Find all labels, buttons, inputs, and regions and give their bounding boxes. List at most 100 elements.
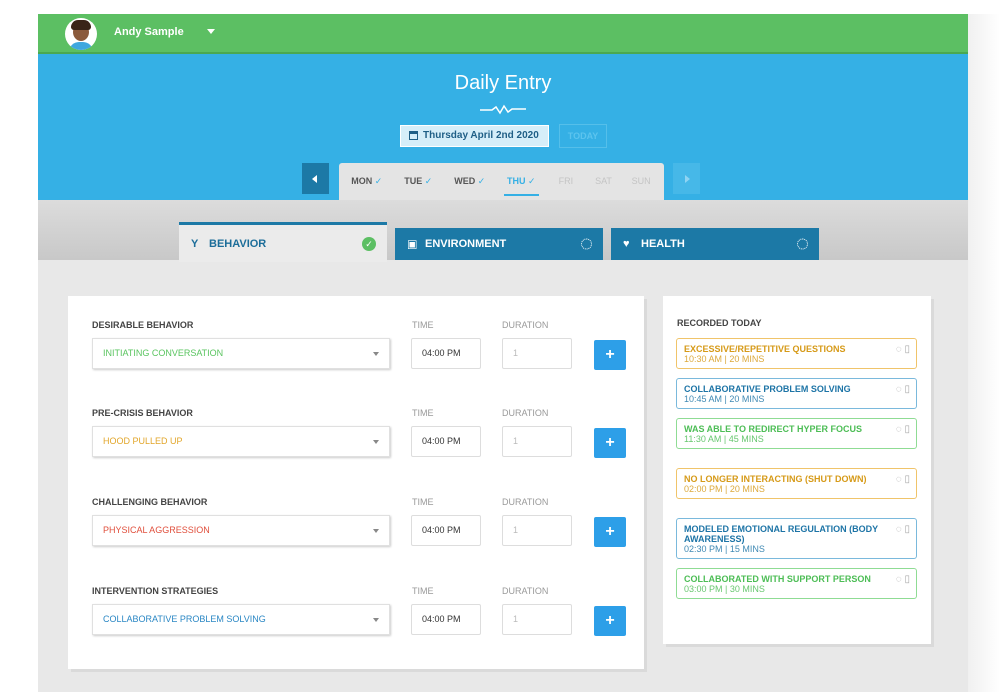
page-edge-fade [968,14,1000,692]
day-label: SUN [631,176,651,186]
recorded-entry[interactable]: WAS ABLE TO REDIRECT HYPER FOCUS 11:30 A… [676,418,917,449]
check-icon: ✓ [477,176,486,186]
day-label: SAT [595,176,612,186]
chevron-down-icon [373,618,379,622]
trash-icon[interactable]: ▯ [904,424,910,435]
behavior-icon: Y [191,237,199,250]
day-tab-wed[interactable]: WED ✓ [448,163,492,200]
pending-circle-icon [581,238,592,250]
entry-meta: 11:30 AM | 45 MINS [684,434,764,444]
recorded-entry[interactable]: EXCESSIVE/REPETITIVE QUESTIONS 10:30 AM … [676,338,917,369]
trash-icon[interactable]: ▯ [904,384,910,395]
check-icon: ✓ [424,176,433,186]
pending-circle-icon [797,238,808,250]
entry-name: COLLABORATED WITH SUPPORT PERSON [684,574,871,584]
avatar-shirt [69,42,93,50]
day-tab-tue[interactable]: TUE ✓ [397,163,441,200]
comment-icon[interactable]: ◌ [896,424,902,435]
next-week-button[interactable] [673,163,700,194]
behavior-entry-form: DESIRABLE BEHAVIOR TIME DURATION INITIAT… [68,296,644,669]
add-button[interactable]: + [594,340,626,370]
duration-label: DURATION [502,320,549,330]
entry-name: MODELED EMOTIONAL REGULATION (BODY AWARE… [684,524,879,544]
duration-input[interactable]: 1 [502,515,572,546]
date-text: Thursday April 2nd 2020 [423,130,539,141]
group-label: INTERVENTION STRATEGIES [92,586,219,596]
comment-icon[interactable]: ◌ [896,344,902,355]
date-picker[interactable]: Thursday April 2nd 2020 [400,125,549,147]
entry-name: COLLABORATIVE PROBLEM SOLVING [684,384,851,394]
recorded-today-panel: RECORDED TODAY EXCESSIVE/REPETITIVE QUES… [663,296,931,644]
comment-icon[interactable]: ◌ [896,574,902,585]
add-button[interactable]: + [594,606,626,636]
entry-meta: 10:30 AM | 20 MINS [684,354,765,364]
panel-title: RECORDED TODAY [677,318,762,328]
chevron-down-icon [373,529,379,533]
entry-meta: 02:30 PM | 15 MINS [684,544,765,554]
day-tab-sun[interactable]: SUN [626,163,656,200]
duration-input[interactable]: 1 [502,604,572,635]
trash-icon[interactable]: ▯ [904,344,910,355]
heart-icon: ♥ [623,238,630,250]
comment-icon[interactable]: ◌ [896,384,902,395]
select-value: COLLABORATIVE PROBLEM SOLVING [103,614,266,624]
time-input[interactable]: 04:00 PM [411,604,481,635]
day-tab-fri[interactable]: FRI [551,163,581,200]
intervention-strategies-group: INTERVENTION STRATEGIES TIME DURATION CO… [92,586,632,666]
check-icon: ✓ [374,176,383,186]
page-title: Daily Entry [454,72,552,94]
chevron-down-icon[interactable] [207,29,215,34]
time-input[interactable]: 04:00 PM [411,426,481,457]
trash-icon[interactable]: ▯ [904,474,910,485]
add-button[interactable]: + [594,517,626,547]
day-tab-thu[interactable]: THU ✓ [500,163,544,200]
entry-name: WAS ABLE TO REDIRECT HYPER FOCUS [684,424,863,434]
previous-week-button[interactable] [302,163,329,194]
desirable-behavior-group: DESIRABLE BEHAVIOR TIME DURATION INITIAT… [92,320,632,400]
app-window: Andy Sample Daily Entry Thursday April 2… [38,14,968,692]
add-button[interactable]: + [594,428,626,458]
chevron-down-icon [373,352,379,356]
challenging-behavior-select[interactable]: PHYSICAL AGGRESSION [92,515,390,546]
day-tab-sat[interactable]: SAT [589,163,619,200]
trash-icon[interactable]: ▯ [904,524,910,535]
day-label: THU [506,176,526,186]
tab-behavior[interactable]: Y BEHAVIOR ✓ [179,222,387,262]
recorded-entry[interactable]: COLLABORATIVE PROBLEM SOLVING 10:45 AM |… [676,378,917,409]
duration-label: DURATION [502,497,549,507]
duration-input[interactable]: 1 [502,426,572,457]
user-avatar[interactable] [65,18,97,50]
pre-crisis-behavior-group: PRE-CRISIS BEHAVIOR TIME DURATION HOOD P… [92,408,632,488]
today-button[interactable]: TODAY [559,124,607,148]
pre-crisis-behavior-select[interactable]: HOOD PULLED UP [92,426,390,457]
check-circle-icon: ✓ [362,236,376,251]
comment-icon[interactable]: ◌ [896,474,902,485]
recorded-entry[interactable]: MODELED EMOTIONAL REGULATION (BODY AWARE… [676,518,917,559]
entry-meta: 03:00 PM | 30 MINS [684,584,765,594]
trash-icon[interactable]: ▯ [904,574,910,585]
user-name[interactable]: Andy Sample [114,26,184,38]
recorded-entry[interactable]: COLLABORATED WITH SUPPORT PERSON 03:00 P… [676,568,917,599]
time-input[interactable]: 04:00 PM [411,515,481,546]
intervention-strategies-select[interactable]: COLLABORATIVE PROBLEM SOLVING [92,604,390,635]
calendar-icon [409,131,418,140]
day-tab-mon[interactable]: MON ✓ [345,163,389,200]
recorded-entry[interactable]: NO LONGER INTERACTING (SHUT DOWN) 02:00 … [676,468,917,499]
group-label: DESIRABLE BEHAVIOR [92,320,194,330]
desirable-behavior-select[interactable]: INITIATING CONVERSATION [92,338,390,369]
entry-name: EXCESSIVE/REPETITIVE QUESTIONS [684,344,846,354]
check-icon: ✓ [527,176,536,186]
duration-label: DURATION [502,408,549,418]
day-label: FRI [558,176,574,186]
comment-icon[interactable]: ◌ [896,524,902,535]
select-value: PHYSICAL AGGRESSION [103,525,210,535]
tab-label: BEHAVIOR [209,237,267,250]
image-icon: ▣ [407,238,418,251]
category-tabs: Y BEHAVIOR ✓ ▣ ENVIRONMENT ♥ HEALTH [38,200,968,262]
tab-health[interactable]: ♥ HEALTH [611,228,819,260]
duration-input[interactable]: 1 [502,338,572,369]
top-bar: Andy Sample [38,14,968,54]
tab-environment[interactable]: ▣ ENVIRONMENT [395,228,603,260]
day-label: MON [351,176,373,186]
time-input[interactable]: 04:00 PM [411,338,481,369]
